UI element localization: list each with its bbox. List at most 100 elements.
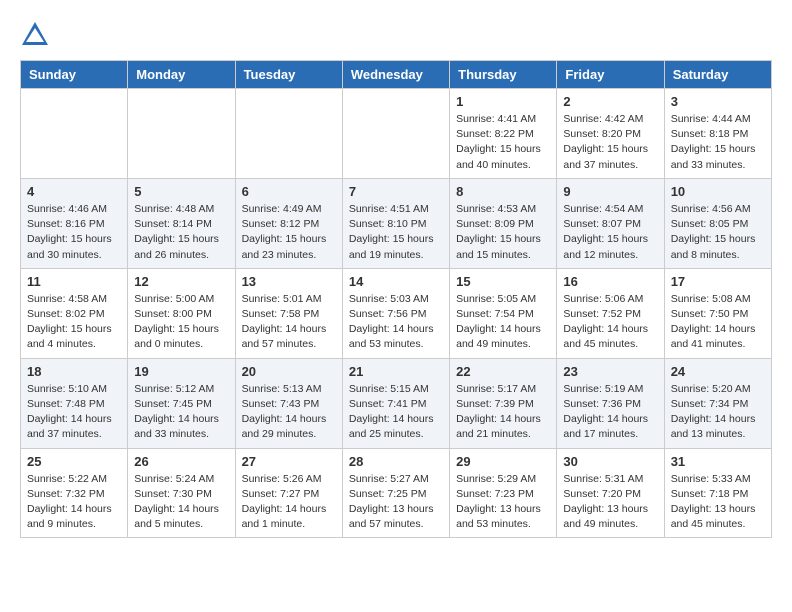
weekday-header-row: SundayMondayTuesdayWednesdayThursdayFrid… — [21, 61, 772, 89]
day-number: 3 — [671, 94, 765, 109]
day-info: Sunrise: 4:46 AM Sunset: 8:16 PM Dayligh… — [27, 202, 121, 263]
calendar-cell: 20 Sunrise: 5:13 AM Sunset: 7:43 PM Dayli… — [235, 358, 342, 448]
weekday-header: Thursday — [450, 61, 557, 89]
calendar-week-row: 1 Sunrise: 4:41 AM Sunset: 8:22 PM Daylig… — [21, 89, 772, 179]
calendar-cell: 25 Sunrise: 5:22 AM Sunset: 7:32 PM Dayli… — [21, 448, 128, 538]
day-info: Sunrise: 4:49 AM Sunset: 8:12 PM Dayligh… — [242, 202, 336, 263]
day-info: Sunrise: 5:00 AM Sunset: 8:00 PM Dayligh… — [134, 292, 228, 353]
day-info: Sunrise: 5:15 AM Sunset: 7:41 PM Dayligh… — [349, 382, 443, 443]
day-number: 24 — [671, 364, 765, 379]
calendar-week-row: 25 Sunrise: 5:22 AM Sunset: 7:32 PM Dayli… — [21, 448, 772, 538]
day-info: Sunrise: 5:22 AM Sunset: 7:32 PM Dayligh… — [27, 472, 121, 533]
weekday-header: Saturday — [664, 61, 771, 89]
calendar-cell: 8Sunrise: 4:53 AM Sunset: 8:09 PM Daylig… — [450, 178, 557, 268]
day-info: Sunrise: 5:29 AM Sunset: 7:23 PM Dayligh… — [456, 472, 550, 533]
calendar-cell: 6 Sunrise: 4:49 AM Sunset: 8:12 PM Daylig… — [235, 178, 342, 268]
day-number: 10 — [671, 184, 765, 199]
day-info: Sunrise: 5:24 AM Sunset: 7:30 PM Dayligh… — [134, 472, 228, 533]
calendar-cell — [235, 89, 342, 179]
calendar: SundayMondayTuesdayWednesdayThursdayFrid… — [20, 60, 772, 538]
day-info: Sunrise: 5:10 AM Sunset: 7:48 PM Dayligh… — [27, 382, 121, 443]
day-number: 20 — [242, 364, 336, 379]
day-info: Sunrise: 5:06 AM Sunset: 7:52 PM Dayligh… — [563, 292, 657, 353]
day-number: 4 — [27, 184, 121, 199]
day-number: 28 — [349, 454, 443, 469]
day-number: 1 — [456, 94, 550, 109]
calendar-cell: 23Sunrise: 5:19 AM Sunset: 7:36 PM Dayli… — [557, 358, 664, 448]
day-info: Sunrise: 5:31 AM Sunset: 7:20 PM Dayligh… — [563, 472, 657, 533]
weekday-header: Monday — [128, 61, 235, 89]
day-number: 30 — [563, 454, 657, 469]
weekday-header: Friday — [557, 61, 664, 89]
day-number: 11 — [27, 274, 121, 289]
day-number: 17 — [671, 274, 765, 289]
day-info: Sunrise: 4:44 AM Sunset: 8:18 PM Dayligh… — [671, 112, 765, 173]
calendar-cell: 12 Sunrise: 5:00 AM Sunset: 8:00 PM Dayli… — [128, 268, 235, 358]
day-info: Sunrise: 4:51 AM Sunset: 8:10 PM Dayligh… — [349, 202, 443, 263]
weekday-header: Wednesday — [342, 61, 449, 89]
day-number: 25 — [27, 454, 121, 469]
calendar-cell: 1 Sunrise: 4:41 AM Sunset: 8:22 PM Daylig… — [450, 89, 557, 179]
day-info: Sunrise: 5:05 AM Sunset: 7:54 PM Dayligh… — [456, 292, 550, 353]
calendar-week-row: 11 Sunrise: 4:58 AM Sunset: 8:02 PM Dayli… — [21, 268, 772, 358]
calendar-cell: 5 Sunrise: 4:48 AM Sunset: 8:14 PM Daylig… — [128, 178, 235, 268]
calendar-cell: 27 Sunrise: 5:26 AM Sunset: 7:27 PM Dayli… — [235, 448, 342, 538]
calendar-cell: 31Sunrise: 5:33 AM Sunset: 7:18 PM Dayli… — [664, 448, 771, 538]
day-number: 5 — [134, 184, 228, 199]
calendar-cell: 16 Sunrise: 5:06 AM Sunset: 7:52 PM Dayli… — [557, 268, 664, 358]
day-info: Sunrise: 4:42 AM Sunset: 8:20 PM Dayligh… — [563, 112, 657, 173]
day-number: 6 — [242, 184, 336, 199]
day-info: Sunrise: 5:13 AM Sunset: 7:43 PM Dayligh… — [242, 382, 336, 443]
calendar-cell: 4 Sunrise: 4:46 AM Sunset: 8:16 PM Daylig… — [21, 178, 128, 268]
day-number: 16 — [563, 274, 657, 289]
day-number: 26 — [134, 454, 228, 469]
day-number: 15 — [456, 274, 550, 289]
calendar-cell — [128, 89, 235, 179]
day-number: 21 — [349, 364, 443, 379]
calendar-week-row: 4 Sunrise: 4:46 AM Sunset: 8:16 PM Daylig… — [21, 178, 772, 268]
day-info: Sunrise: 5:26 AM Sunset: 7:27 PM Dayligh… — [242, 472, 336, 533]
calendar-cell: 18 Sunrise: 5:10 AM Sunset: 7:48 PM Dayli… — [21, 358, 128, 448]
calendar-cell: 14Sunrise: 5:03 AM Sunset: 7:56 PM Dayli… — [342, 268, 449, 358]
calendar-cell: 15 Sunrise: 5:05 AM Sunset: 7:54 PM Dayli… — [450, 268, 557, 358]
day-info: Sunrise: 5:03 AM Sunset: 7:56 PM Dayligh… — [349, 292, 443, 353]
logo — [20, 20, 54, 50]
day-info: Sunrise: 4:54 AM Sunset: 8:07 PM Dayligh… — [563, 202, 657, 263]
calendar-cell: 30 Sunrise: 5:31 AM Sunset: 7:20 PM Dayli… — [557, 448, 664, 538]
page-header — [20, 20, 772, 50]
day-info: Sunrise: 4:56 AM Sunset: 8:05 PM Dayligh… — [671, 202, 765, 263]
calendar-cell: 26 Sunrise: 5:24 AM Sunset: 7:30 PM Dayli… — [128, 448, 235, 538]
calendar-cell: 24 Sunrise: 5:20 AM Sunset: 7:34 PM Dayli… — [664, 358, 771, 448]
calendar-cell: 2 Sunrise: 4:42 AM Sunset: 8:20 PM Daylig… — [557, 89, 664, 179]
day-info: Sunrise: 4:41 AM Sunset: 8:22 PM Dayligh… — [456, 112, 550, 173]
day-number: 12 — [134, 274, 228, 289]
day-number: 19 — [134, 364, 228, 379]
calendar-cell — [21, 89, 128, 179]
calendar-cell: 9 Sunrise: 4:54 AM Sunset: 8:07 PM Daylig… — [557, 178, 664, 268]
day-info: Sunrise: 5:19 AM Sunset: 7:36 PM Dayligh… — [563, 382, 657, 443]
day-number: 31 — [671, 454, 765, 469]
calendar-week-row: 18 Sunrise: 5:10 AM Sunset: 7:48 PM Dayli… — [21, 358, 772, 448]
day-info: Sunrise: 4:58 AM Sunset: 8:02 PM Dayligh… — [27, 292, 121, 353]
day-number: 7 — [349, 184, 443, 199]
day-number: 27 — [242, 454, 336, 469]
weekday-header: Tuesday — [235, 61, 342, 89]
calendar-cell: 10 Sunrise: 4:56 AM Sunset: 8:05 PM Dayli… — [664, 178, 771, 268]
day-info: Sunrise: 5:27 AM Sunset: 7:25 PM Dayligh… — [349, 472, 443, 533]
calendar-cell: 3 Sunrise: 4:44 AM Sunset: 8:18 PM Daylig… — [664, 89, 771, 179]
day-info: Sunrise: 4:48 AM Sunset: 8:14 PM Dayligh… — [134, 202, 228, 263]
calendar-cell: 13Sunrise: 5:01 AM Sunset: 7:58 PM Dayli… — [235, 268, 342, 358]
day-number: 18 — [27, 364, 121, 379]
calendar-cell: 21 Sunrise: 5:15 AM Sunset: 7:41 PM Dayli… — [342, 358, 449, 448]
day-number: 9 — [563, 184, 657, 199]
calendar-cell: 22Sunrise: 5:17 AM Sunset: 7:39 PM Dayli… — [450, 358, 557, 448]
calendar-cell: 29Sunrise: 5:29 AM Sunset: 7:23 PM Dayli… — [450, 448, 557, 538]
logo-icon — [20, 20, 50, 50]
calendar-cell: 11 Sunrise: 4:58 AM Sunset: 8:02 PM Dayli… — [21, 268, 128, 358]
day-number: 13 — [242, 274, 336, 289]
day-number: 2 — [563, 94, 657, 109]
day-info: Sunrise: 5:20 AM Sunset: 7:34 PM Dayligh… — [671, 382, 765, 443]
day-info: Sunrise: 5:08 AM Sunset: 7:50 PM Dayligh… — [671, 292, 765, 353]
calendar-cell: 17 Sunrise: 5:08 AM Sunset: 7:50 PM Dayli… — [664, 268, 771, 358]
day-info: Sunrise: 5:17 AM Sunset: 7:39 PM Dayligh… — [456, 382, 550, 443]
